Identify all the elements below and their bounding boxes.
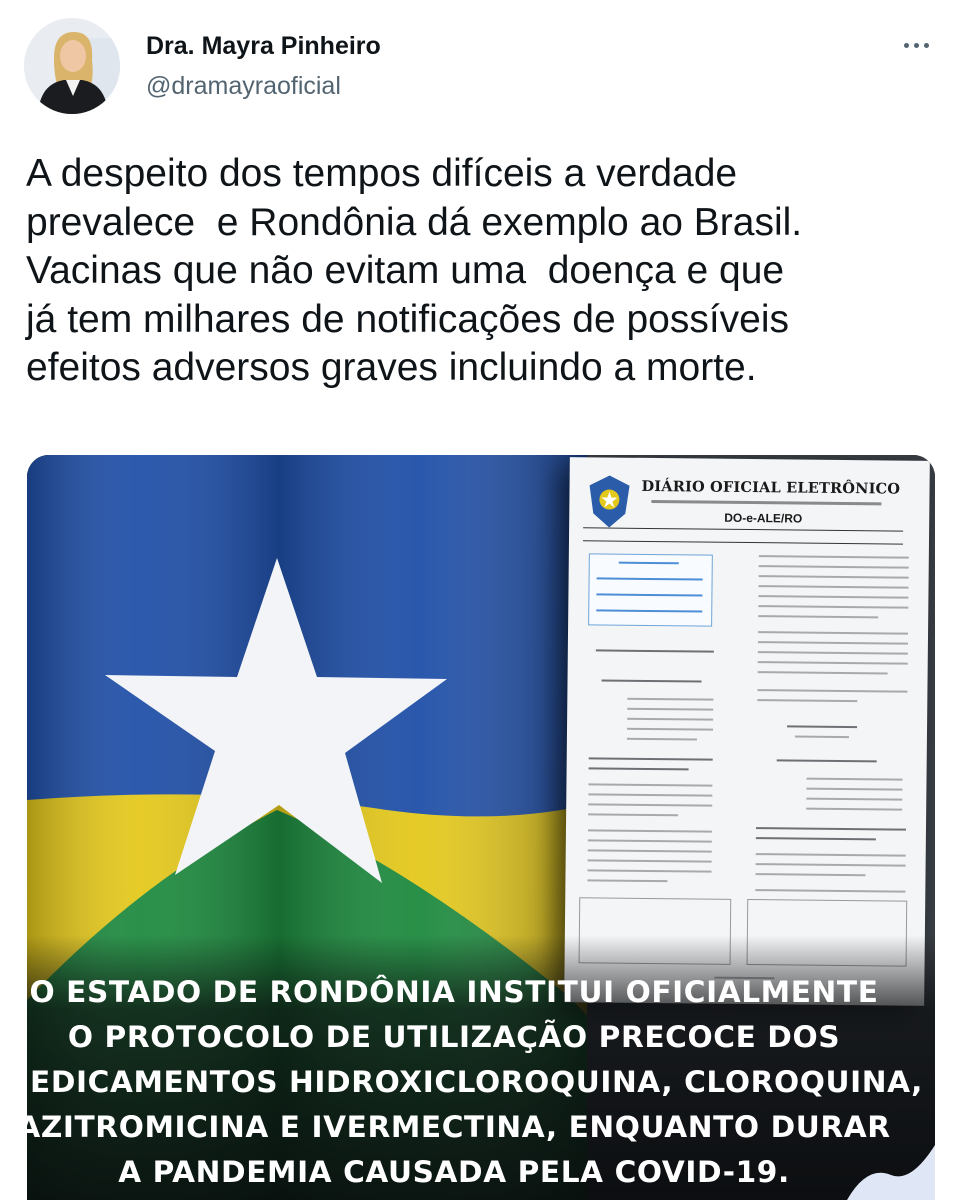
text-line: [588, 803, 713, 807]
text-line: [626, 737, 697, 741]
official-gazette-document: DIÁRIO OFICIAL ELETRÔNICO DO-e-ALE/RO: [564, 457, 930, 1006]
text-line: [587, 879, 668, 883]
text-line: [588, 757, 713, 761]
text-line: [627, 697, 714, 701]
text-line: [757, 641, 908, 645]
text-line: [806, 807, 903, 811]
text-line: [757, 699, 858, 703]
text-line: [755, 827, 906, 831]
banner-line: O ESTADO DE RONDÔNIA INSTITUI OFICIALMEN…: [29, 975, 879, 1009]
profile-photo: [24, 18, 120, 114]
text-line: [757, 671, 888, 675]
document-summary-box: [588, 553, 713, 627]
text-line: [587, 859, 712, 863]
law-title: [601, 679, 702, 683]
more-horizontal-icon-dot: [913, 42, 919, 48]
text-line: [627, 707, 714, 711]
text-line: [588, 783, 713, 787]
text-line: [755, 863, 906, 867]
text-line: [627, 717, 714, 721]
tweet-text-line: efeitos adversos graves incluindo a mort…: [26, 346, 757, 389]
text-line: [757, 651, 908, 655]
text-line: [758, 605, 909, 609]
document-subtitle-line: [651, 499, 882, 506]
text-line: [587, 839, 712, 843]
coat-of-arms-icon: [589, 475, 630, 528]
text-line: [627, 727, 714, 731]
text-line: [757, 689, 908, 693]
text-line: [758, 631, 909, 635]
banner-line: O PROTOCOLO DE UTILIZAÇÃO PRECOCE DOS: [67, 1020, 841, 1054]
text-line: [758, 615, 879, 619]
text-line: [806, 787, 903, 791]
more-horizontal-icon: [903, 42, 909, 48]
more-options-button[interactable]: [896, 30, 936, 60]
law-title: [776, 759, 877, 763]
text-line: [588, 767, 689, 771]
text-line: [588, 813, 679, 817]
text-line: [758, 575, 909, 579]
text-line: [755, 853, 906, 857]
text-line: [806, 777, 903, 781]
document-code: DO-e-ALE/RO: [724, 510, 803, 526]
text-line: [587, 869, 712, 873]
more-horizontal-icon-dot: [923, 42, 929, 48]
tweet-text-line: A despeito dos tempos difíceis a verdade: [26, 152, 738, 195]
document-title: DIÁRIO OFICIAL ELETRÔNICO: [641, 477, 901, 498]
text-line: [758, 565, 909, 569]
author-display-name[interactable]: Dra. Mayra Pinheiro: [146, 32, 381, 61]
signature-role: [794, 735, 849, 739]
text-line: [758, 555, 909, 559]
tweet-text: A despeito dos tempos difíceis a verdade…: [26, 150, 941, 393]
text-line: [755, 873, 866, 877]
text-line: [588, 793, 713, 797]
tweet-text-line: prevalece e Rondônia dá exemplo ao Brasi…: [26, 200, 803, 244]
banner-line: A PANDEMIA CAUSADA PELA COVID-19.: [118, 1155, 790, 1189]
text-line: [587, 849, 712, 853]
author-handle[interactable]: @dramayraoficial: [146, 72, 341, 101]
media-banner-text: O ESTADO DE RONDÔNIA INSTITUI OFICIALMEN…: [0, 970, 923, 1195]
tweet-header: Dra. Mayra Pinheiro @dramayraoficial: [0, 0, 955, 140]
text-line: [758, 595, 909, 599]
text-line: [587, 829, 712, 833]
tweet-text-line: Vacinas que não evitam uma doença e que: [26, 249, 785, 292]
avatar[interactable]: [24, 18, 120, 114]
tweet-text-line: já tem milhares de notificações de possí…: [26, 297, 790, 341]
signature-line: [787, 725, 858, 729]
text-line: [757, 661, 908, 665]
text-line: [755, 837, 876, 841]
banner-line: AZITROMICINA E IVERMECTINA, ENQUANTO DUR…: [17, 1110, 891, 1144]
section-heading: [595, 649, 714, 653]
text-line: [758, 585, 909, 589]
text-line: [806, 797, 903, 801]
document-info-bar: [582, 527, 904, 545]
banner-line: MEDICAMENTOS HIDROXICLOROQUINA, CLOROQUI…: [0, 1065, 923, 1099]
text-line: [755, 889, 906, 893]
